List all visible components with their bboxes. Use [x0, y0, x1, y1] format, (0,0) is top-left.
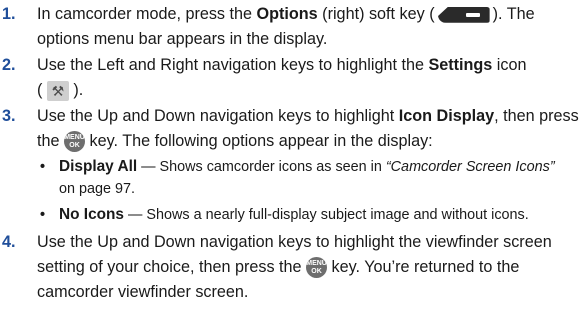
- option-title: Display All: [59, 158, 138, 175]
- step-line: ( ⚒ ).: [37, 78, 583, 103]
- text: In camcorder mode, press the: [37, 5, 257, 23]
- bullet: •: [40, 207, 46, 223]
- step-number: 1.: [2, 5, 16, 23]
- text: — Shows a nearly full-display subject im…: [124, 207, 529, 223]
- step-line: Use the Up and Down navigation keys to h…: [37, 233, 552, 251]
- step-line: setting of your choice, then press the M…: [37, 255, 583, 280]
- step-line: Use the Left and Right navigation keys t…: [37, 53, 583, 78]
- menu-ok-key-icon: MENU OK: [64, 131, 86, 153]
- step-line: Use the Up and Down navigation keys to h…: [37, 104, 583, 129]
- text: , then press: [494, 107, 579, 125]
- settings-icon: ⚒: [46, 80, 69, 101]
- step-line: camcorder viewfinder screen.: [37, 283, 249, 301]
- option-line: No Icons — Shows a nearly full-display s…: [59, 204, 585, 226]
- step-text: Use the Up and Down navigation keys to h…: [37, 104, 583, 154]
- right-soft-key-icon: [437, 6, 490, 23]
- text: ). The: [492, 5, 535, 23]
- ok-key-top-text: MENU: [306, 260, 327, 268]
- icon-display-label: Icon Display: [398, 107, 495, 125]
- text: the: [37, 132, 65, 150]
- text: Use the Left and Right navigation keys t…: [37, 56, 429, 74]
- menu-ok-key-icon: MENU OK: [306, 257, 328, 279]
- instructions-page: 1. In camcorder mode, press the Options …: [0, 0, 587, 312]
- settings-label: Settings: [428, 56, 493, 74]
- step-text: In camcorder mode, press the Options (ri…: [37, 2, 583, 52]
- text: setting of your choice, then press the: [37, 258, 307, 276]
- option-text: Display All — Shows camcorder icons as s…: [59, 156, 585, 200]
- option-title: No Icons: [59, 206, 124, 223]
- option-line: Display All — Shows camcorder icons as s…: [59, 156, 585, 178]
- option-text: No Icons — Shows a nearly full-display s…: [59, 204, 585, 226]
- ok-key-bottom-text: OK: [69, 142, 80, 150]
- step-text: Use the Up and Down navigation keys to h…: [37, 230, 583, 305]
- ok-key-top-text: MENU: [64, 134, 85, 142]
- bullet: •: [40, 159, 46, 175]
- step-number: 3.: [2, 107, 16, 125]
- step-number: 2.: [2, 56, 16, 74]
- text: — Shows camcorder icons as seen in: [137, 159, 386, 175]
- step-number: 4.: [2, 233, 16, 251]
- step-line: the MENU OK key. The following options ap…: [37, 129, 583, 154]
- options-label: Options: [256, 5, 318, 23]
- text: key. The following options appear in the…: [85, 132, 433, 150]
- ok-key-bottom-text: OK: [311, 268, 322, 276]
- cross-reference: “Camcorder Screen Icons”: [385, 159, 555, 175]
- step-line: options menu bar appears in the display.: [37, 30, 328, 48]
- step-text: Use the Left and Right navigation keys t…: [37, 53, 583, 103]
- text: (right) soft key (: [317, 5, 435, 23]
- step-line: In camcorder mode, press the Options (ri…: [37, 2, 583, 27]
- text: (: [37, 81, 43, 99]
- option-line: on page 97.: [59, 181, 136, 197]
- text: icon: [492, 56, 527, 74]
- text: key. You’re returned to the: [327, 258, 520, 276]
- text: Use the Up and Down navigation keys to h…: [37, 107, 399, 125]
- text: ).: [73, 81, 84, 99]
